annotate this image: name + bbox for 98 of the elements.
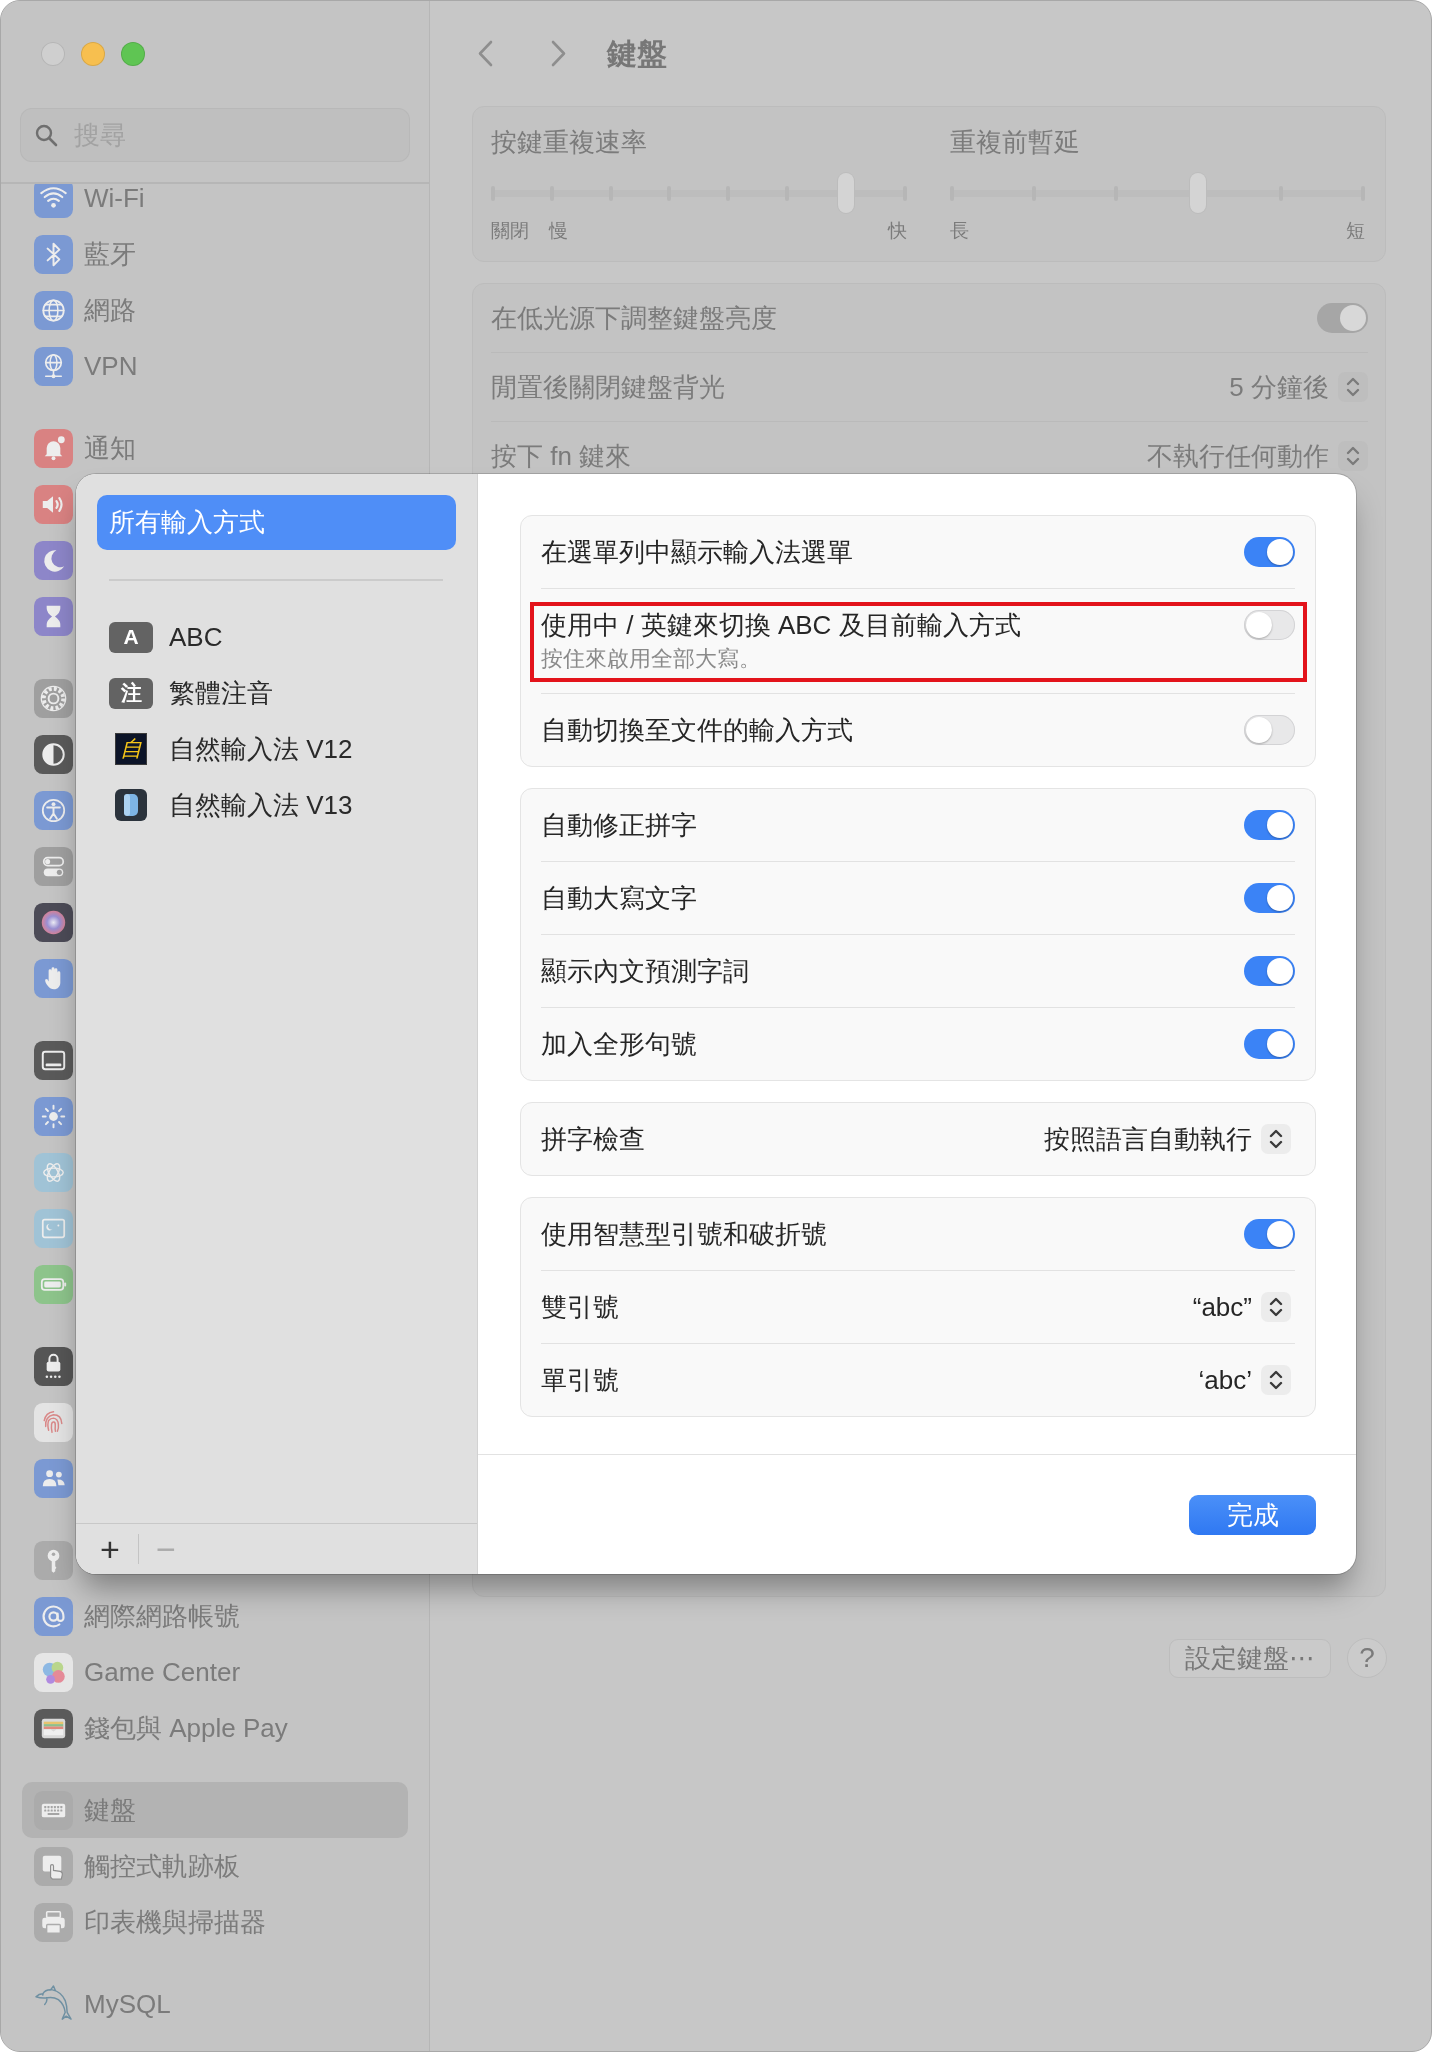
gear-icon[interactable] (34, 678, 73, 718)
globe-icon (34, 290, 73, 330)
people-icon[interactable] (34, 1458, 73, 1498)
slider-thumb[interactable] (1190, 173, 1207, 213)
globe-icon (34, 346, 73, 386)
sidebar-item[interactable]: 觸控式軌跡板 (22, 1838, 408, 1894)
setting-label: 雙引號 (541, 1291, 619, 1323)
keyboard-icon (34, 1790, 73, 1830)
chevron-right-icon[interactable] (550, 40, 567, 67)
source-item[interactable]: A ABC (97, 609, 456, 665)
plus-button[interactable]: + (90, 1529, 130, 1569)
search-icon (34, 123, 58, 147)
sidebar-item[interactable]: VPN (22, 338, 408, 394)
popup-button[interactable]: 5 分鐘後 (1229, 372, 1368, 402)
hand-icon[interactable] (34, 958, 73, 998)
hourglass-icon[interactable] (34, 596, 73, 636)
slider-label: 慢 (549, 219, 568, 243)
sidebar-item[interactable]: 網際網路帳號 (22, 1588, 408, 1644)
battery-icon[interactable] (34, 1264, 73, 1304)
slider-label: 長 (949, 219, 969, 243)
sidebar-item[interactable]: 錢包與 Apple Pay (22, 1700, 408, 1756)
setting-label: 單引號 (541, 1364, 619, 1396)
slider-title: 重複前暫延 (949, 126, 1081, 158)
slider-label: 快 (887, 219, 907, 243)
printer-icon (34, 1902, 73, 1942)
toggle-switch[interactable] (1244, 1219, 1295, 1249)
setting-label: 加入全形句號 (541, 1028, 697, 1060)
page-title: 鍵盤 (607, 35, 667, 72)
app-icon (115, 789, 147, 821)
updown-chevron-icon (1261, 1292, 1291, 1322)
slider-title: 按鍵重複速率 (491, 126, 648, 158)
sidebar-item[interactable]: Game Center (22, 1644, 408, 1700)
sidebar-item[interactable]: 藍牙 (22, 226, 408, 282)
slider-thumb[interactable] (837, 173, 854, 213)
toggle-switch[interactable] (1244, 810, 1295, 840)
setting-label: 自動大寫文字 (541, 882, 697, 914)
updown-chevron-icon (1261, 1365, 1291, 1395)
toggle-switch[interactable] (1244, 715, 1295, 745)
popup-button[interactable]: “abc” (1192, 1292, 1291, 1322)
setting-label: 自動修正拼字 (541, 809, 697, 841)
sidebar-item[interactable]: MySQL (22, 1976, 408, 2032)
key-icon[interactable] (34, 1540, 73, 1580)
setting-label: 在低光源下調整鍵盤亮度 (491, 304, 777, 332)
orb-icon[interactable] (34, 902, 73, 942)
sidebar-item[interactable]: 網路 (22, 282, 408, 338)
toggle-switch[interactable] (1244, 1029, 1295, 1059)
popup-button[interactable]: 按照語言自動執行 (1044, 1124, 1291, 1154)
moon-icon[interactable] (34, 540, 73, 580)
wallet-icon (34, 1708, 73, 1748)
chevron-left-icon[interactable] (477, 40, 494, 67)
source-item[interactable]: 注 繁體注音 (97, 665, 456, 721)
setting-label: 使用中 / 英鍵來切換 ABC 及目前輸入方式 (541, 609, 1021, 641)
layout-badge: 注 (109, 677, 153, 709)
at-sign-icon (34, 1596, 73, 1636)
toggle-switch[interactable] (1244, 537, 1295, 567)
source-item[interactable]: 自 自然輸入法 V12 (97, 721, 456, 777)
popup-button[interactable]: 不執行任何動作 (1147, 441, 1368, 471)
setting-note: 按住來啟用全部大寫。 (541, 645, 762, 673)
setting-label: 自動切換至文件的輸入方式 (541, 714, 853, 746)
slider-label: 短 (1346, 219, 1365, 243)
toggle-switch[interactable] (1244, 610, 1295, 640)
sidebar-item[interactable]: 鍵盤 (22, 1782, 408, 1838)
bluetooth-icon (34, 234, 73, 274)
atom-icon[interactable] (34, 1152, 73, 1192)
bell-icon (34, 428, 73, 468)
source-item[interactable]: 自然輸入法 V13 (97, 777, 456, 833)
bubbles-icon (34, 1652, 73, 1692)
toggles-icon[interactable] (34, 846, 73, 886)
fingerprint-icon[interactable] (34, 1402, 73, 1442)
wifi-icon (34, 184, 73, 218)
sun-icon[interactable] (34, 1096, 73, 1136)
popup-button[interactable]: ‘abc’ (1198, 1365, 1291, 1395)
picture-icon[interactable] (34, 1208, 73, 1248)
setting-label: 閒置後關閉鍵盤背光 (491, 373, 725, 401)
sidebar-item[interactable]: 通知 (22, 420, 408, 476)
setting-label: 在選單列中顯示輸入法選單 (541, 536, 853, 568)
setup-keyboard-button[interactable]: 設定鍵盤⋯ (1169, 1638, 1331, 1678)
lock-icon[interactable] (34, 1346, 73, 1386)
setting-label: 使用智慧型引號和破折號 (541, 1218, 827, 1250)
setting-label: 按下 fn 鍵來 (491, 442, 632, 470)
setting-label: 拼字檢查 (541, 1123, 645, 1155)
done-button[interactable]: 完成 (1189, 1495, 1316, 1535)
source-item[interactable]: 所有輸入方式 (97, 495, 456, 550)
window-icon[interactable] (34, 1040, 73, 1080)
toggle-switch[interactable] (1244, 956, 1295, 986)
sidebar-item[interactable]: Wi-Fi (22, 184, 408, 226)
app-logo: 自 (115, 733, 147, 765)
pointing-hand-icon (34, 1846, 73, 1886)
speaker-icon[interactable] (34, 484, 73, 524)
layout-badge: A (109, 621, 153, 653)
updown-chevron-icon (1261, 1124, 1291, 1154)
setting-label: 顯示內文預測字詞 (541, 955, 749, 987)
toggle-switch[interactable] (1244, 883, 1295, 913)
toggle-switch[interactable] (1317, 303, 1368, 333)
help-button[interactable]: ? (1347, 1638, 1387, 1678)
slider-label: 關閉 (491, 219, 529, 243)
zoom-button[interactable] (121, 42, 145, 66)
sidebar-item[interactable]: 印表機與掃描器 (22, 1894, 408, 1950)
